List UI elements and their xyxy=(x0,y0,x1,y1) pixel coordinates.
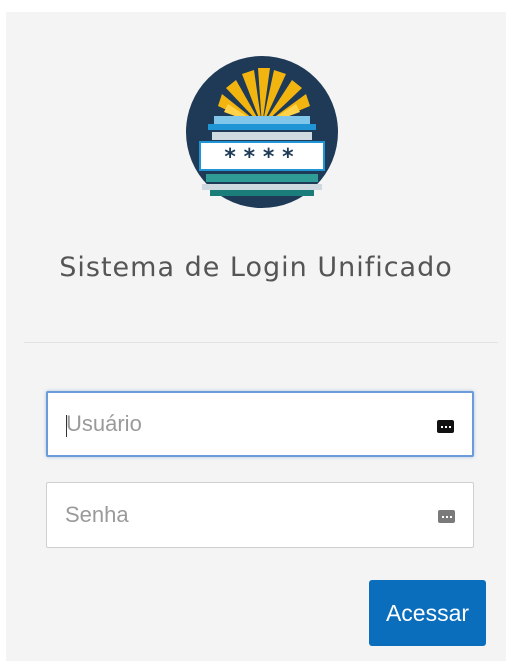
page-title: Sistema de Login Unificado xyxy=(59,252,453,283)
login-panel: **** Sistema de Login Unificado Acessar xyxy=(6,12,506,661)
logo-mask-text: **** xyxy=(224,145,301,170)
text-caret xyxy=(66,415,67,437)
password-input[interactable] xyxy=(47,483,473,547)
submit-button[interactable]: Acessar xyxy=(369,580,486,646)
password-manager-key-icon[interactable] xyxy=(438,510,455,523)
login-logo-icon: **** xyxy=(184,54,340,210)
username-input[interactable] xyxy=(48,393,472,455)
password-field[interactable] xyxy=(46,482,474,548)
username-field[interactable] xyxy=(46,391,474,457)
password-manager-key-icon[interactable] xyxy=(437,420,454,433)
divider xyxy=(24,342,498,343)
